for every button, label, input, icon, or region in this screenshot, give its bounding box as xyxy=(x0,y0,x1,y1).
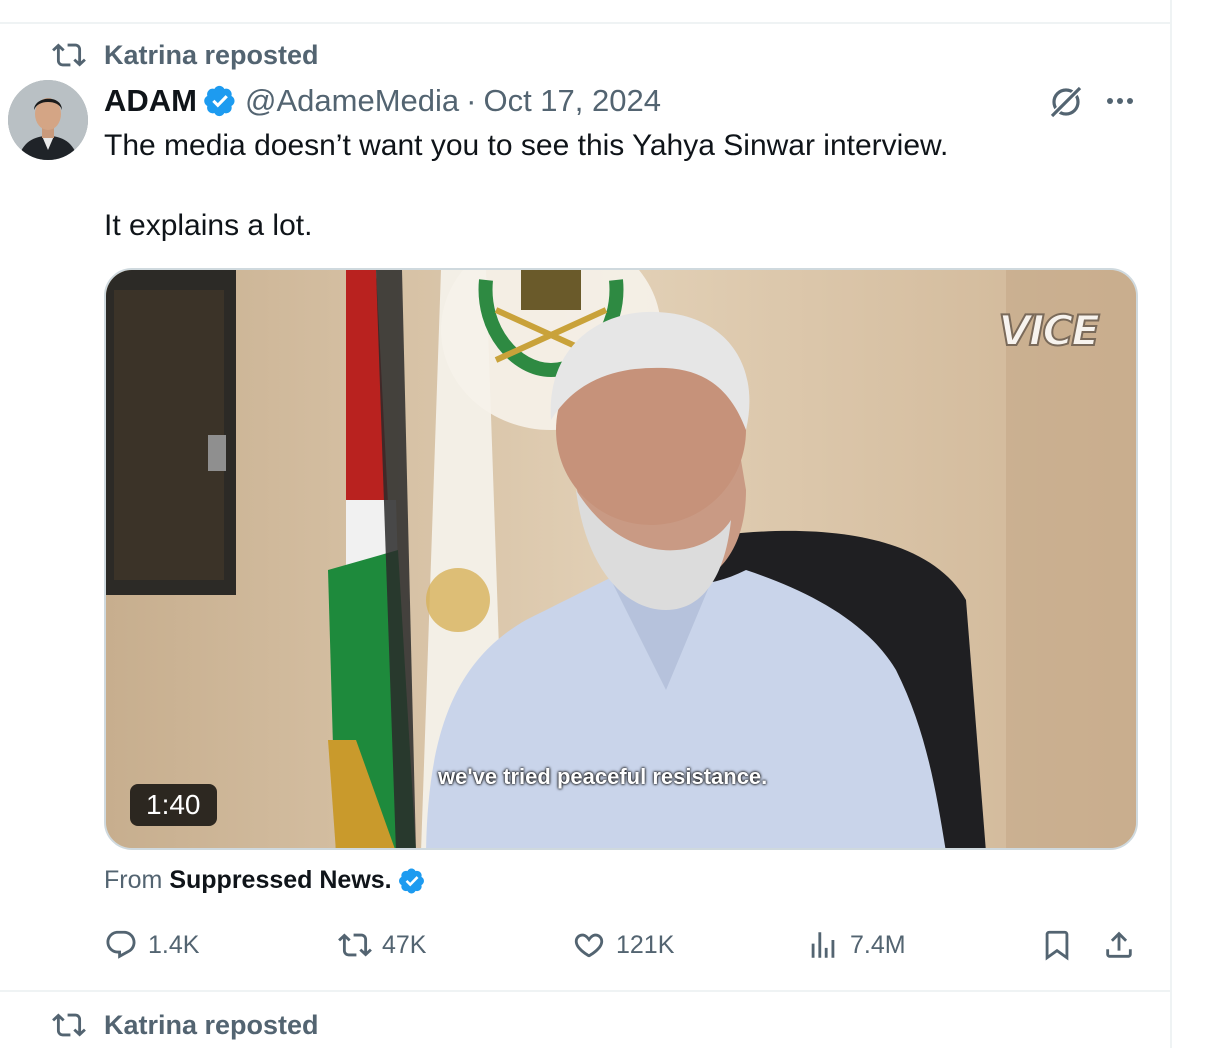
share-button[interactable] xyxy=(1102,928,1136,962)
verified-badge-icon[interactable] xyxy=(203,84,237,118)
verified-badge-icon xyxy=(398,868,424,893)
like-button[interactable]: 121K xyxy=(572,928,674,962)
avatar-image xyxy=(8,80,88,160)
video-caption: we've tried peaceful resistance. xyxy=(438,764,768,789)
repost-button[interactable]: 47K xyxy=(338,928,426,962)
reply-count: 1.4K xyxy=(148,930,200,959)
reply-button[interactable]: 1.4K xyxy=(104,928,199,962)
repost-count: 47K xyxy=(382,930,427,959)
views-icon xyxy=(811,932,835,958)
reply-icon xyxy=(106,930,136,959)
share-icon xyxy=(1106,931,1132,958)
view-count: 7.4M xyxy=(850,930,906,959)
like-icon xyxy=(574,933,604,958)
author-name[interactable]: ADAM xyxy=(104,82,197,120)
avatar[interactable] xyxy=(8,80,88,160)
attribution-source[interactable]: Suppressed News. xyxy=(169,866,391,895)
attribution: From Suppressed News. xyxy=(104,866,426,895)
next-repost-banner[interactable]: Katrina reposted xyxy=(52,1008,319,1042)
top-divider xyxy=(0,22,1170,24)
tweet-date[interactable]: Oct 17, 2024 xyxy=(483,82,661,120)
repost-banner[interactable]: Katrina reposted xyxy=(52,38,319,72)
grok-icon[interactable] xyxy=(1046,82,1086,122)
views-button[interactable]: 7.4M xyxy=(806,928,906,962)
bookmark-button[interactable] xyxy=(1040,928,1074,962)
tweet-text: The media doesn’t want you to see this Y… xyxy=(104,129,949,242)
repost-label: Katrina reposted xyxy=(104,39,319,70)
author-handle[interactable]: @AdameMedia xyxy=(245,82,459,120)
tweet-header: ADAM @AdameMedia · Oct 17, 2024 xyxy=(104,82,661,120)
like-count: 121K xyxy=(616,930,675,959)
attribution-prefix: From xyxy=(104,866,163,894)
action-bar: 1.4K 47K 121K 7.4M xyxy=(0,928,1170,968)
video-frame xyxy=(106,270,1136,848)
repost-icon xyxy=(338,933,372,957)
video-player[interactable]: VICE we've tried peaceful resistance. 1:… xyxy=(104,268,1138,850)
repost-icon xyxy=(52,43,86,67)
column-border xyxy=(1170,0,1172,1048)
tweet-divider xyxy=(0,990,1170,992)
vice-watermark: VICE xyxy=(997,305,1101,356)
more-icon[interactable] xyxy=(1102,86,1138,116)
repost-label: Katrina reposted xyxy=(104,1009,319,1040)
video-duration: 1:40 xyxy=(130,784,217,826)
bookmark-icon xyxy=(1045,930,1069,961)
header-separator: · xyxy=(466,83,477,118)
repost-icon xyxy=(52,1013,86,1037)
